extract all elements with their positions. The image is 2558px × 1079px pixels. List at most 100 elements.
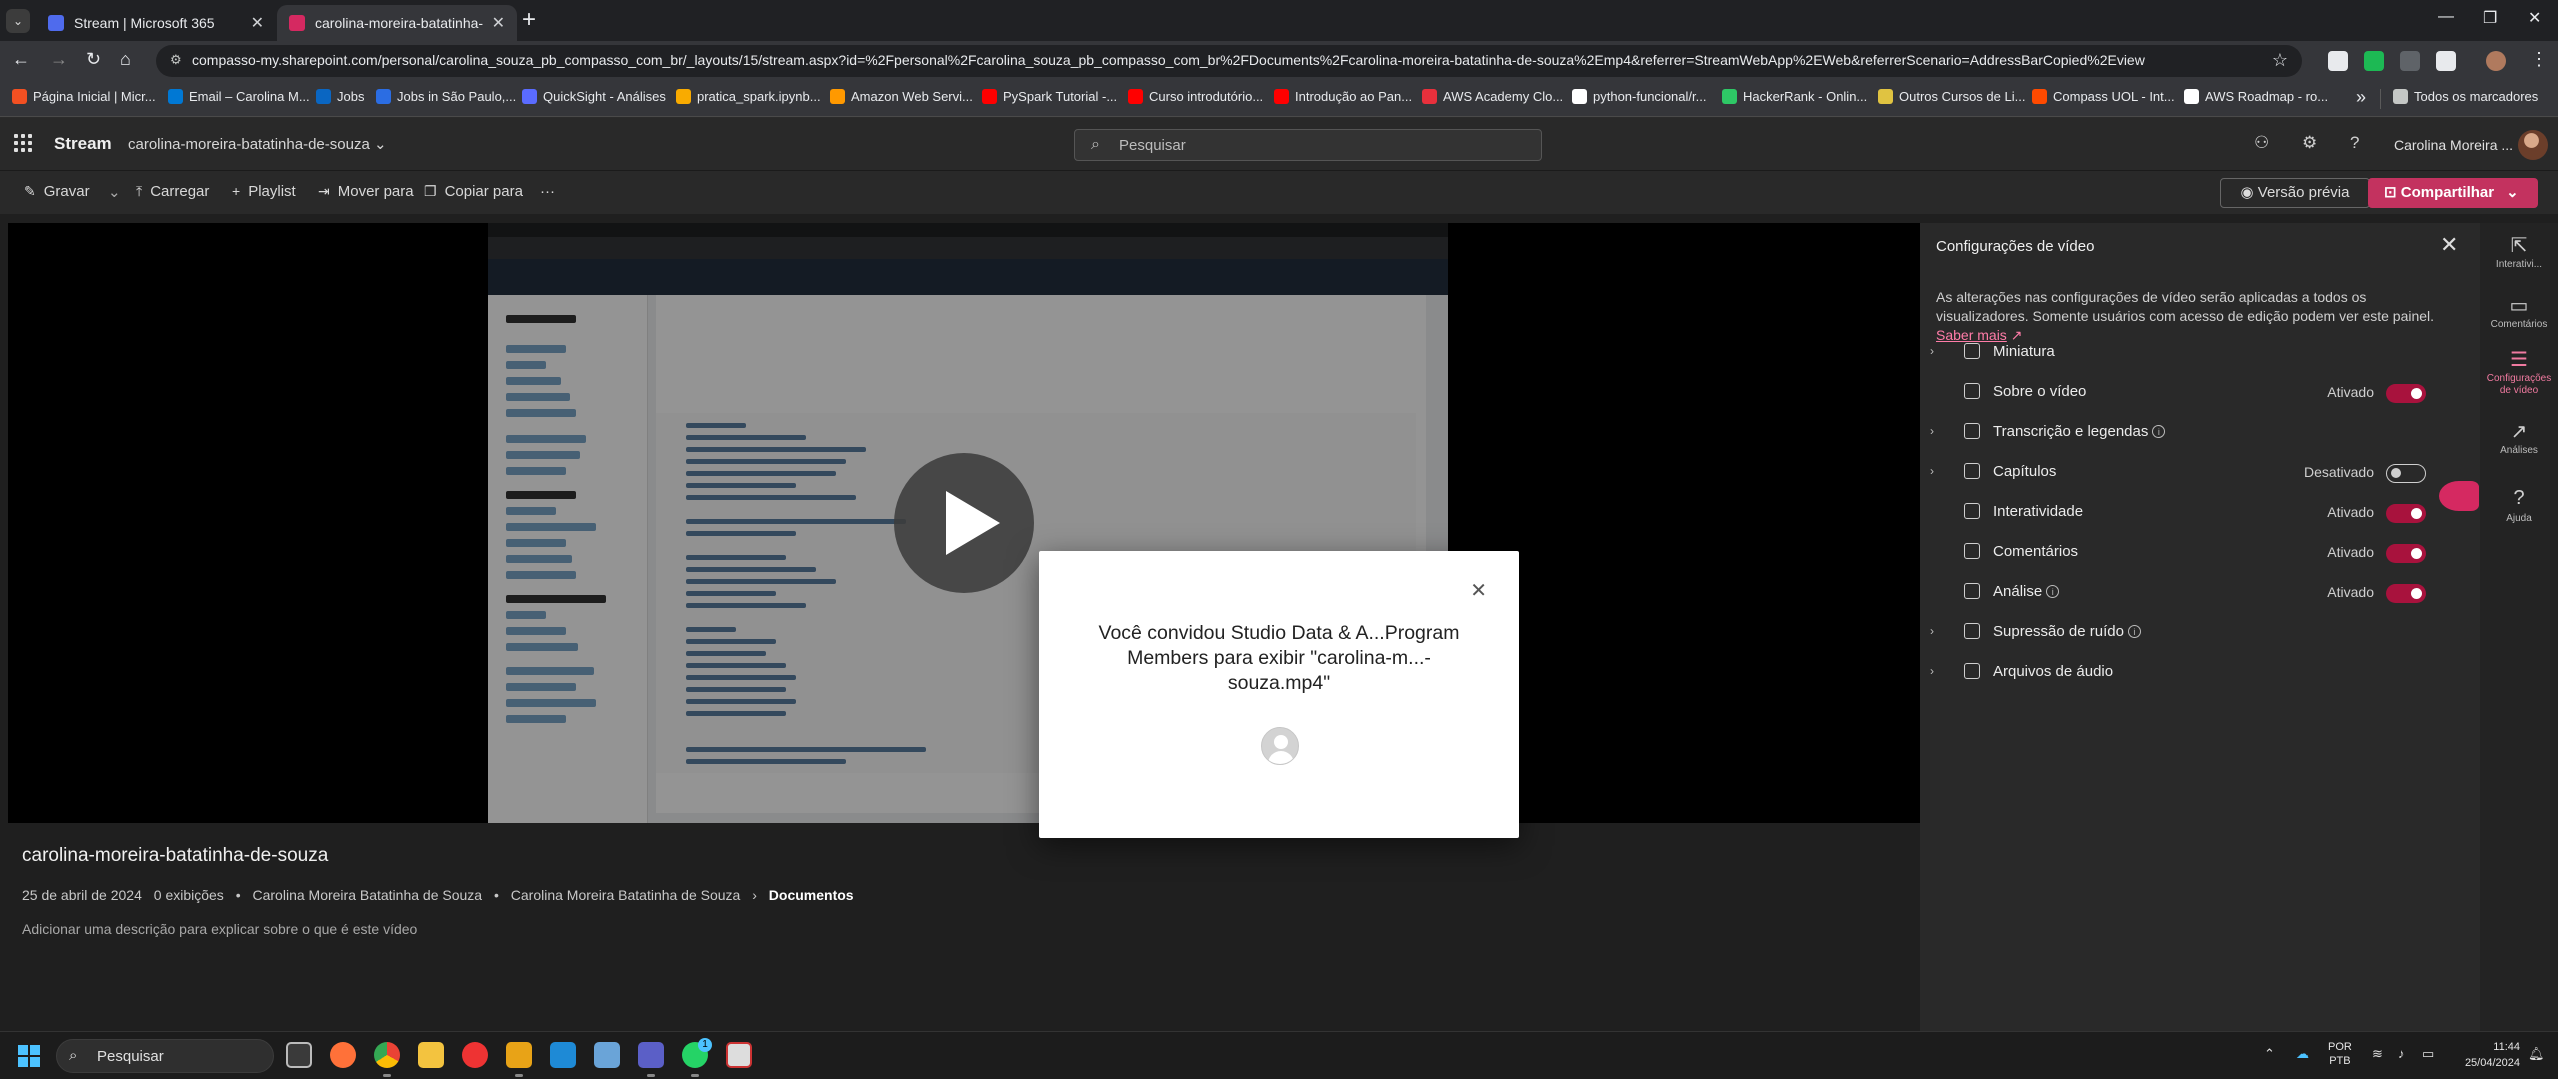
playlist-button[interactable]: + Playlist [232, 183, 296, 200]
task-view-icon[interactable] [286, 1042, 312, 1068]
all-bookmarks[interactable]: Todos os marcadores [2380, 89, 2538, 109]
search-input[interactable] [1119, 134, 1519, 156]
description-field[interactable]: Adicionar uma descrição para explicar so… [22, 921, 417, 937]
search-box[interactable]: ⌕ [1074, 129, 1542, 161]
reload-icon[interactable]: ↻ [86, 49, 101, 70]
wifi-icon[interactable]: ≋ [2372, 1046, 2383, 1062]
bookmark-item[interactable]: Introdução ao Pan... [1274, 89, 1412, 109]
bookmark-star-icon[interactable]: ☆ [2272, 50, 2288, 71]
extension-icon[interactable] [2364, 51, 2384, 71]
rail-comments[interactable]: ▭ Comentários [2480, 293, 2558, 331]
avatar[interactable] [2518, 130, 2548, 160]
file-explorer-icon[interactable] [418, 1042, 444, 1068]
tab-search-button[interactable]: ⌄ [6, 9, 30, 33]
close-window-icon[interactable]: ✕ [2528, 8, 2541, 28]
record-button[interactable]: ✎ Gravar [24, 183, 90, 200]
rail-video-settings[interactable]: ☰ Configurações de vídeo [2480, 347, 2558, 397]
virtualbox-icon[interactable] [594, 1042, 620, 1068]
more-options-button[interactable]: ··· [540, 183, 555, 200]
setting-row-interactivity[interactable]: Interatividade Ativado [1920, 492, 2480, 532]
taskbar-clock[interactable]: 11:44 25/04/2024 [2450, 1039, 2520, 1071]
bookmarks-overflow-icon[interactable]: » [2356, 87, 2366, 108]
tab-stream-home[interactable]: Stream | Microsoft 365 ✕ [36, 5, 276, 41]
teams-icon[interactable] [638, 1042, 664, 1077]
info-icon[interactable]: i [2046, 585, 2060, 598]
bookmark-item[interactable]: Página Inicial | Micr... [12, 89, 156, 109]
windows-start-icon[interactable] [18, 1045, 40, 1067]
extension-icon[interactable] [2400, 51, 2420, 71]
close-tab-icon[interactable]: ✕ [492, 13, 505, 33]
upload-button[interactable]: ⤒ Carregar [136, 183, 209, 200]
restore-icon[interactable]: ❐ [2483, 8, 2497, 28]
author-link[interactable]: Carolina Moreira Batatinha de Souza [253, 887, 483, 903]
bookmark-item[interactable]: AWS Roadmap - ro... [2184, 89, 2328, 109]
close-icon[interactable]: ✕ [2440, 232, 2458, 258]
minimize-icon[interactable]: — [2438, 8, 2454, 26]
bookmark-item[interactable]: Email – Carolina M... [168, 89, 310, 109]
setting-row-audio-files[interactable]: › Arquivos de áudio [1920, 652, 2480, 692]
bookmark-item[interactable]: Jobs in São Paulo,... [376, 89, 516, 109]
video-player[interactable] [8, 223, 1920, 823]
app-launcher-icon[interactable] [14, 134, 32, 152]
setting-row-chapters[interactable]: › Capítulos Desativado [1920, 452, 2480, 492]
sublime-text-icon[interactable] [506, 1042, 532, 1077]
bookmark-item[interactable]: Jobs [316, 89, 364, 109]
chrome-icon[interactable] [374, 1042, 400, 1077]
info-icon[interactable]: i [2127, 625, 2141, 638]
taskbar-search[interactable]: ⌕ Pesquisar [56, 1039, 274, 1073]
tab-active-video[interactable]: carolina-moreira-batatinha-de-souza ✕ [277, 5, 517, 41]
firefox-icon[interactable] [330, 1042, 356, 1068]
bookmark-item[interactable]: Amazon Web Servi... [830, 89, 973, 109]
notification-bell-icon[interactable]: 🔔︎ [2528, 1046, 2545, 1062]
toggle-interactivity[interactable] [2386, 504, 2426, 523]
profile-avatar-icon[interactable] [2486, 51, 2506, 71]
copy-to-button[interactable]: ❐ Copiar para [424, 183, 523, 200]
battery-icon[interactable]: ▭ [2422, 1046, 2434, 1062]
extension-pen-icon[interactable] [2328, 51, 2348, 71]
browser-menu-icon[interactable]: ⋮ [2530, 49, 2548, 70]
back-icon[interactable]: ← [12, 49, 30, 70]
toggle-chapters[interactable] [2386, 464, 2426, 483]
rail-analytics[interactable]: ↗ Análises [2480, 419, 2558, 457]
chevron-up-icon[interactable]: ⌃ [2264, 1046, 2275, 1062]
url-text[interactable]: compasso-my.sharepoint.com/personal/caro… [192, 52, 2242, 68]
user-name[interactable]: Carolina Moreira ... [2394, 137, 2513, 153]
bookmark-item[interactable]: Outros Cursos de Li... [1878, 89, 2025, 109]
setting-row-comments[interactable]: Comentários Ativado [1920, 532, 2480, 572]
rail-interactivity[interactable]: ⇱ Interativi... [2480, 233, 2558, 271]
volume-icon[interactable]: ♪ [2398, 1046, 2405, 1061]
media-player-icon[interactable] [462, 1042, 488, 1068]
setting-row-analytics[interactable]: Análise i Ativado [1920, 572, 2480, 612]
breadcrumb[interactable]: carolina-moreira-batatinha-de-souza ⌄ [128, 135, 387, 153]
extensions-puzzle-icon[interactable] [2436, 51, 2456, 71]
new-tab-button[interactable]: + [522, 6, 536, 34]
close-tab-icon[interactable]: ✕ [251, 13, 264, 33]
path-owner-link[interactable]: Carolina Moreira Batatinha de Souza [511, 887, 741, 903]
rail-help[interactable]: ? Ajuda [2480, 487, 2558, 525]
info-icon[interactable]: i [2152, 425, 2166, 438]
bookmark-item[interactable]: pratica_spark.ipynb... [676, 89, 821, 109]
toggle-analytics[interactable] [2386, 584, 2426, 603]
bookmark-item[interactable]: QuickSight - Análises [522, 89, 666, 109]
toggle-about[interactable] [2386, 384, 2426, 403]
move-to-button[interactable]: ⇥ Mover para [318, 183, 414, 200]
share-network-icon[interactable]: ⚇ [2254, 133, 2269, 153]
bookmark-item[interactable]: Curso introdutório... [1128, 89, 1263, 109]
home-icon[interactable]: ⌂ [120, 49, 131, 70]
bookmark-item[interactable]: HackerRank - Onlin... [1722, 89, 1867, 109]
gear-icon[interactable]: ⚙ [2302, 133, 2317, 153]
setting-row-noise-suppression[interactable]: › Supressão de ruído i [1920, 612, 2480, 652]
cloud-icon[interactable]: ☁ [2296, 1046, 2309, 1062]
forward-icon[interactable]: → [50, 49, 68, 70]
toggle-comments[interactable] [2386, 544, 2426, 563]
path-folder-link[interactable]: Documentos [769, 887, 854, 903]
setting-row-transcript[interactable]: › Transcrição e legendas i [1920, 412, 2480, 452]
close-icon[interactable]: ✕ [1470, 578, 1487, 603]
help-icon[interactable]: ? [2350, 133, 2359, 153]
snipping-tool-icon[interactable] [726, 1042, 752, 1068]
site-info-icon[interactable]: ⚙ [170, 52, 182, 68]
bookmark-item[interactable]: AWS Academy Clo... [1422, 89, 1563, 109]
bookmark-item[interactable]: python-funcional/r... [1572, 89, 1706, 109]
record-dropdown-chevron-icon[interactable]: ⌄ [108, 183, 121, 201]
bookmark-item[interactable]: PySpark Tutorial -... [982, 89, 1117, 109]
